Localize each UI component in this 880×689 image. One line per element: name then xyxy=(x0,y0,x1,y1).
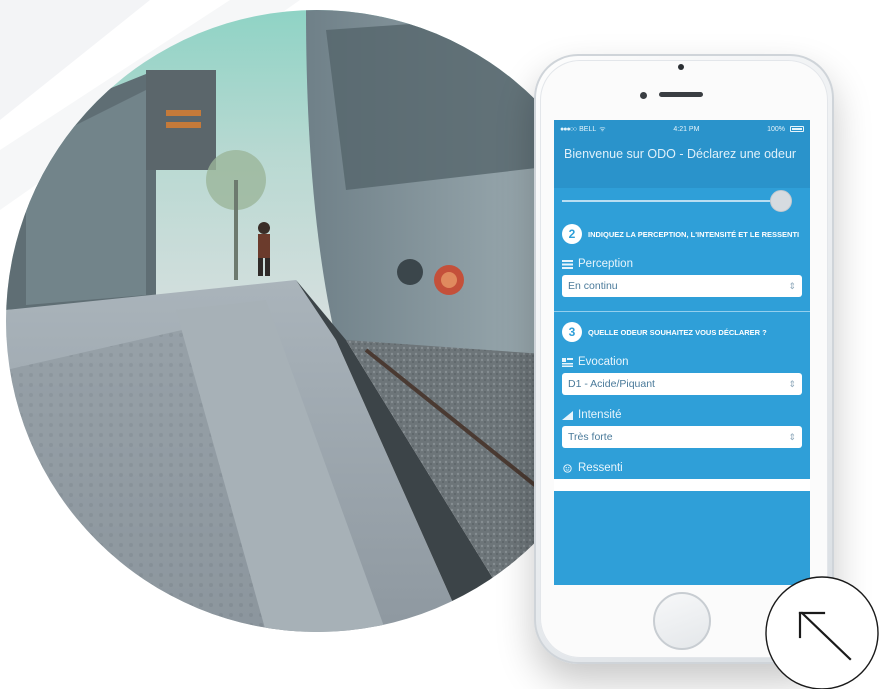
ressenti-label-text: Ressenti xyxy=(578,462,623,474)
step-title: INDIQUEZ LA PERCEPTION, L'INTENSITÉ ET L… xyxy=(588,229,800,239)
evocation-label-text: Evocation xyxy=(578,356,629,368)
carrier-label: BELL xyxy=(579,125,597,133)
perception-label-text: Perception xyxy=(578,258,633,270)
intensite-label-text: Intensité xyxy=(578,409,622,421)
step-number: 3 xyxy=(562,322,582,342)
evocation-select[interactable]: D1 - Acide/Piquant ⇕ xyxy=(562,373,802,395)
select-arrows-icon: ⇕ xyxy=(788,379,796,389)
select-arrows-icon: ⇕ xyxy=(788,281,796,291)
intensite-label: Intensité xyxy=(562,409,802,421)
intensite-select[interactable]: Très forte ⇕ xyxy=(562,426,802,448)
carrier-signal: ●●●○○ BELL ᯤ xyxy=(560,125,606,134)
step-2: 2 INDIQUEZ LA PERCEPTION, L'INTENSITÉ ET… xyxy=(562,224,802,244)
evocation-icon xyxy=(562,357,573,367)
perception-select[interactable]: En continu ⇕ xyxy=(562,275,802,297)
battery-icon xyxy=(789,125,804,132)
slider-knob[interactable] xyxy=(770,190,792,212)
section-divider xyxy=(554,311,810,312)
app-body: 2 INDIQUEZ LA PERCEPTION, L'INTENSITÉ ET… xyxy=(554,188,810,491)
arrow-up-left-button[interactable] xyxy=(762,573,880,689)
list-icon xyxy=(562,259,573,269)
step-3: 3 QUELLE ODEUR SOUHAITEZ VOUS DÉCLARER ? xyxy=(562,322,802,342)
step-title: QUELLE ODEUR SOUHAITEZ VOUS DÉCLARER ? xyxy=(588,327,767,337)
front-sensor xyxy=(640,92,647,99)
step-number: 2 xyxy=(562,224,582,244)
header-title: Bienvenue sur ODO - Déclarez une odeur xyxy=(564,147,797,161)
home-button[interactable] xyxy=(653,592,711,650)
slider-track xyxy=(562,200,790,202)
smiley-icon xyxy=(563,463,572,473)
signal-icon: ●●●○○ xyxy=(560,125,577,133)
perception-label: Perception xyxy=(562,258,802,270)
app-screen: ●●●○○ BELL ᯤ 4:21 PM 100% Bienvenue sur … xyxy=(554,120,810,585)
status-bar: ●●●○○ BELL ᯤ 4:21 PM 100% xyxy=(554,120,810,138)
intensite-value: Très forte xyxy=(568,431,613,443)
battery-label: 100% xyxy=(767,125,786,133)
evocation-value: D1 - Acide/Piquant xyxy=(568,378,655,390)
wifi-icon: ᯤ xyxy=(599,125,606,133)
ressenti-label: Ressenti xyxy=(562,462,802,474)
ressenti-field[interactable] xyxy=(554,479,810,491)
camera xyxy=(678,64,684,70)
perception-value: En continu xyxy=(568,280,618,292)
signal-bars-icon xyxy=(562,410,573,420)
status-time: 4:21 PM xyxy=(673,125,700,133)
progress-slider[interactable] xyxy=(562,188,802,220)
evocation-label: Evocation xyxy=(562,356,802,368)
battery-status: 100% xyxy=(767,126,804,133)
select-arrows-icon: ⇕ xyxy=(788,432,796,442)
speaker xyxy=(659,92,703,97)
app-header: Bienvenue sur ODO - Déclarez une odeur xyxy=(554,138,810,188)
